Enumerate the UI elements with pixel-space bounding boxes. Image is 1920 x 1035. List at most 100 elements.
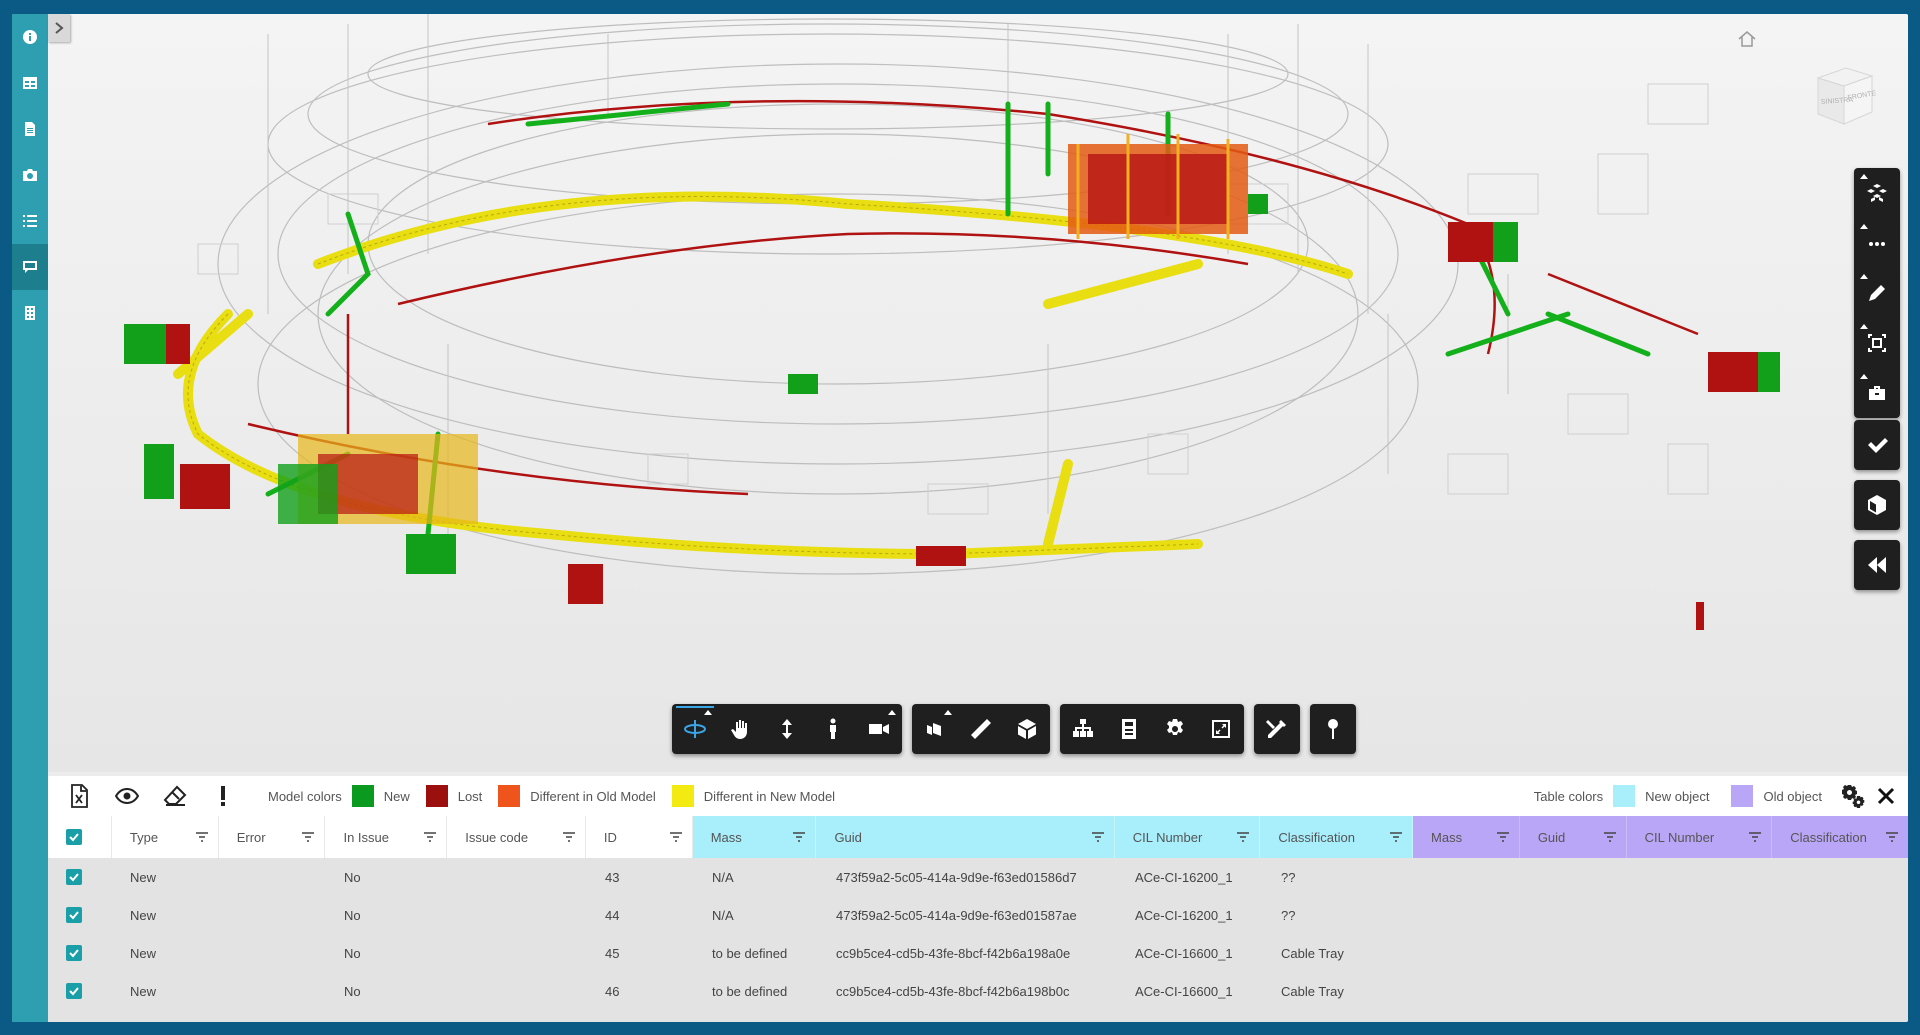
issues-button[interactable] <box>206 779 240 813</box>
3d-viewport[interactable]: SINISTRA FRONTE <box>48 14 1908 772</box>
excel-file-icon <box>71 784 88 808</box>
model-colors-label: Model colors <box>268 788 342 804</box>
more-button[interactable] <box>1854 218 1900 268</box>
pen-icon <box>1869 285 1885 301</box>
filter-icon[interactable] <box>1390 832 1403 842</box>
info-button[interactable] <box>12 14 48 60</box>
design-tools-button[interactable] <box>1254 704 1300 754</box>
home-icon[interactable] <box>1736 28 1758 50</box>
select-all-cell <box>48 816 112 858</box>
column-header-id[interactable]: ID <box>586 816 693 858</box>
diff-new-swatch <box>671 785 694 807</box>
column-header-classification-new[interactable]: Classification <box>1260 816 1414 858</box>
row-checkbox[interactable] <box>66 983 82 999</box>
comment-button[interactable] <box>12 244 48 290</box>
cell-classification: Cable Tray <box>1281 945 1344 961</box>
column-header-error[interactable]: Error <box>219 816 326 858</box>
cube-section-icon <box>1018 719 1036 739</box>
column-header-mass-new[interactable]: Mass <box>692 816 817 858</box>
pan-button[interactable] <box>718 704 764 754</box>
navigation-tools <box>672 704 902 754</box>
table-row[interactable]: New No 46 to be defined cc9b5ce4-cd5b-43fe-8… <box>48 972 1908 1010</box>
filter-icon[interactable] <box>195 832 208 842</box>
explode-button[interactable] <box>912 704 958 754</box>
filter-icon[interactable] <box>1091 832 1104 842</box>
settings-button[interactable] <box>1152 704 1198 754</box>
row-checkbox-cell <box>48 983 112 999</box>
table-row[interactable]: New No 44 N/A 473f59a2-5c05-414a-9d9e-f63ed0… <box>48 896 1908 934</box>
filter-icon[interactable] <box>1885 832 1898 842</box>
row-checkbox[interactable] <box>66 945 82 961</box>
table-icon <box>23 77 37 89</box>
list-icon <box>23 215 37 227</box>
camera-view-button[interactable] <box>856 704 902 754</box>
markup-button[interactable] <box>1854 268 1900 318</box>
building-icon <box>25 306 35 320</box>
column-header-classification-old[interactable]: Classification <box>1772 816 1908 858</box>
checkmark-icon <box>69 833 79 842</box>
table-settings-icon[interactable] <box>1840 783 1866 809</box>
filter-icon[interactable] <box>1496 832 1509 842</box>
expand-panel-button[interactable] <box>48 14 70 42</box>
object-button[interactable] <box>1854 480 1900 530</box>
table-button[interactable] <box>12 60 48 106</box>
filter-icon[interactable] <box>669 832 682 842</box>
column-header-cil-new[interactable]: CIL Number <box>1114 816 1261 858</box>
properties-button[interactable] <box>1106 704 1152 754</box>
visibility-button[interactable] <box>110 779 144 813</box>
column-label: Classification <box>1790 829 1867 845</box>
filter-icon[interactable] <box>1603 832 1616 842</box>
table-header: Type Error In Issue Issue code ID Mass G… <box>48 816 1908 858</box>
filter-icon[interactable] <box>302 832 315 842</box>
zoom-button[interactable] <box>764 704 810 754</box>
measure-button[interactable] <box>958 704 1004 754</box>
column-header-guid-new[interactable]: Guid <box>816 816 1115 858</box>
first-person-button[interactable] <box>810 704 856 754</box>
select-all-checkbox[interactable] <box>66 829 82 845</box>
filter-icon[interactable] <box>1749 832 1762 842</box>
column-header-issue-code[interactable]: Issue code <box>447 816 586 858</box>
filter-icon[interactable] <box>1237 832 1250 842</box>
filter-icon[interactable] <box>562 832 575 842</box>
section-box-button[interactable] <box>1854 318 1900 368</box>
document-button[interactable] <box>12 106 48 152</box>
table-row[interactable]: New No 45 to be defined cc9b5ce4-cd5b-43fe-8… <box>48 934 1908 972</box>
navigation-cube[interactable]: SINISTRA FRONTE <box>1808 60 1878 130</box>
model-tree-button[interactable] <box>1060 704 1106 754</box>
column-header-cil-old[interactable]: CIL Number <box>1626 816 1773 858</box>
cell-guid: 473f59a2-5c05-414a-9d9e-f63ed01587ae <box>836 907 1077 923</box>
close-icon[interactable] <box>1874 784 1898 808</box>
table-row[interactable]: New No 43 N/A 473f59a2-5c05-414a-9d9e-f63ed0… <box>48 858 1908 896</box>
column-label: CIL Number <box>1644 829 1715 845</box>
row-checkbox[interactable] <box>66 869 82 885</box>
toolbox-button[interactable] <box>1854 368 1900 418</box>
orbit-button[interactable] <box>672 704 718 754</box>
column-label: Guid <box>1537 829 1566 845</box>
filter-icon[interactable] <box>793 832 806 842</box>
column-header-type[interactable]: Type <box>112 816 219 858</box>
pushpin-button[interactable] <box>1310 704 1356 754</box>
column-header-in-issue[interactable]: In Issue <box>325 816 448 858</box>
cell-id: 46 <box>605 983 620 999</box>
filter-icon[interactable] <box>424 832 437 842</box>
right-toolbar-confirm <box>1854 420 1900 470</box>
confirm-button[interactable] <box>1854 420 1900 470</box>
legend-item-label: New <box>383 788 410 804</box>
column-header-mass-old[interactable]: Mass <box>1413 816 1520 858</box>
export-excel-button[interactable] <box>62 779 96 813</box>
model-browser-button[interactable] <box>1854 168 1900 218</box>
list-button[interactable] <box>12 198 48 244</box>
checkmark-icon <box>69 987 79 996</box>
pencil-ruler-icon <box>1266 720 1286 738</box>
section-button[interactable] <box>1004 704 1050 754</box>
building-button[interactable] <box>12 290 48 336</box>
clear-button[interactable] <box>158 779 192 813</box>
column-header-guid-old[interactable]: Guid <box>1519 816 1627 858</box>
camera-button[interactable] <box>12 152 48 198</box>
cell-cil: ACe-CI-16600_1 <box>1135 945 1233 961</box>
vertical-arrows-icon <box>782 719 792 739</box>
rewind-button[interactable] <box>1854 540 1900 590</box>
fullscreen-button[interactable] <box>1198 704 1244 754</box>
column-label: Mass <box>1431 829 1463 845</box>
row-checkbox[interactable] <box>66 907 82 923</box>
